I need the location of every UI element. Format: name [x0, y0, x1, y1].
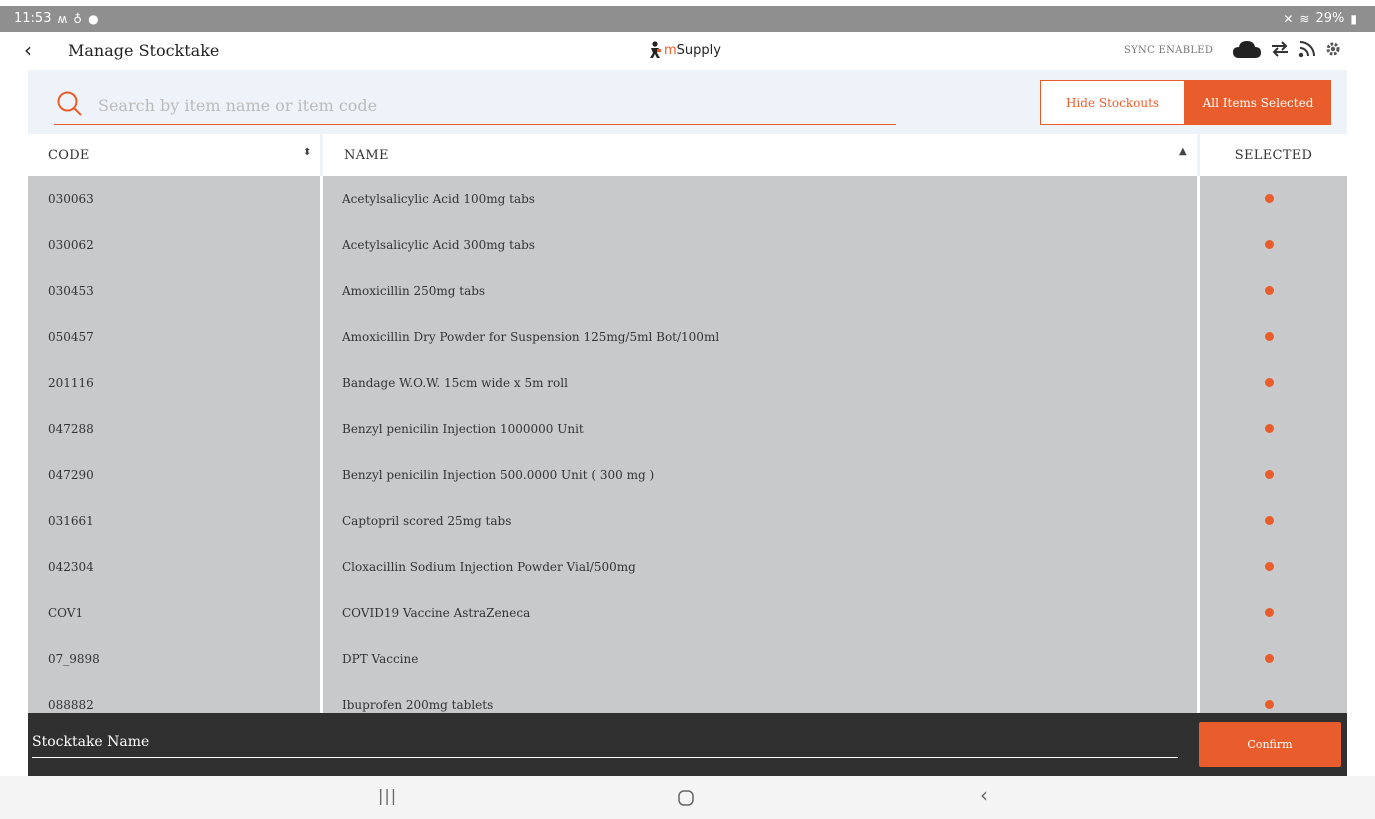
- cloud-icon[interactable]: [1232, 38, 1262, 60]
- back-button[interactable]: ‹: [24, 38, 32, 62]
- search-row: Hide Stockouts All Items Selected: [28, 70, 1347, 134]
- table-body: 030063 Acetylsalicylic Acid 100mg tabs 0…: [28, 176, 1347, 713]
- selected-indicator[interactable]: [1265, 286, 1274, 295]
- battery-level: 29%: [1315, 11, 1345, 26]
- rss-icon[interactable]: [1298, 40, 1316, 58]
- hide-stockouts-button[interactable]: Hide Stockouts: [1040, 80, 1185, 125]
- home-icon[interactable]: [677, 789, 695, 807]
- item-code: 030453: [48, 284, 94, 298]
- location-icon: ♁: [73, 11, 83, 26]
- stocktake-footer: Confirm: [28, 713, 1347, 776]
- item-code: 047290: [48, 468, 94, 482]
- sort-icon[interactable]: ⬍: [303, 147, 312, 158]
- column-header-selected[interactable]: SELECTED: [1200, 134, 1347, 176]
- transfer-icon[interactable]: [1270, 39, 1290, 59]
- table-row[interactable]: 030062 Acetylsalicylic Acid 300mg tabs: [28, 222, 1347, 268]
- table-row[interactable]: 047290 Benzyl penicilin Injection 500.00…: [28, 452, 1347, 498]
- sort-ascending-icon[interactable]: ▲: [1179, 146, 1187, 157]
- table-row[interactable]: 042304 Cloxacillin Sodium Injection Powd…: [28, 544, 1347, 590]
- item-name: Acetylsalicylic Acid 100mg tabs: [342, 192, 535, 206]
- item-code: 042304: [48, 560, 94, 574]
- item-name: Benzyl penicilin Injection 500.0000 Unit…: [342, 468, 655, 482]
- item-code: 030062: [48, 238, 94, 252]
- item-name: Acetylsalicylic Acid 300mg tabs: [342, 238, 535, 252]
- item-name: Bandage W.O.W. 15cm wide x 5m roll: [342, 376, 568, 390]
- selected-indicator[interactable]: [1265, 240, 1274, 249]
- table-row[interactable]: 201116 Bandage W.O.W. 15cm wide x 5m rol…: [28, 360, 1347, 406]
- gear-icon[interactable]: [1324, 40, 1342, 58]
- column-divider: [320, 134, 323, 176]
- msupply-logo: mSupply: [648, 41, 721, 59]
- selected-indicator[interactable]: [1265, 194, 1274, 203]
- table-row[interactable]: 047288 Benzyl penicilin Injection 100000…: [28, 406, 1347, 452]
- notification-icon: ʍ: [57, 11, 68, 26]
- item-code: 031661: [48, 514, 94, 528]
- column-name-label: NAME: [344, 147, 389, 163]
- item-name: Captopril scored 25mg tabs: [342, 514, 512, 528]
- item-name: COVID19 Vaccine AstraZeneca: [342, 606, 531, 620]
- status-bar: 11:53 ʍ ♁ ● ✕ ≋ 29% ▮: [0, 6, 1375, 32]
- sync-status: SYNC ENABLED: [1124, 45, 1214, 56]
- table-row[interactable]: 050457 Amoxicillin Dry Powder for Suspen…: [28, 314, 1347, 360]
- item-name: Ibuprofen 200mg tablets: [342, 698, 494, 712]
- android-nav-bar: ||| ‹: [0, 776, 1375, 819]
- logo-m: m: [664, 42, 677, 58]
- selected-indicator[interactable]: [1265, 654, 1274, 663]
- item-code: 201116: [48, 376, 94, 390]
- column-header-name[interactable]: NAME ▲: [344, 134, 1197, 176]
- selected-indicator[interactable]: [1265, 700, 1274, 709]
- selected-indicator[interactable]: [1265, 470, 1274, 479]
- item-name: Amoxicillin 250mg tabs: [342, 284, 486, 298]
- table-header: CODE ⬍ NAME ▲ SELECTED: [28, 134, 1347, 176]
- battery-icon: ▮: [1350, 11, 1357, 26]
- table-row[interactable]: COV1 COVID19 Vaccine AstraZeneca: [28, 590, 1347, 636]
- mute-icon: ✕: [1283, 11, 1294, 26]
- app-icon: ●: [88, 11, 99, 26]
- logo-text: Supply: [676, 42, 721, 58]
- selected-indicator[interactable]: [1265, 378, 1274, 387]
- selected-indicator[interactable]: [1265, 608, 1274, 617]
- item-code: 07_9898: [48, 652, 100, 666]
- table-row[interactable]: 07_9898 DPT Vaccine: [28, 636, 1347, 682]
- search-field[interactable]: [54, 84, 896, 125]
- table-row[interactable]: 088882 Ibuprofen 200mg tablets: [28, 682, 1347, 713]
- page-title: Manage Stocktake: [68, 41, 220, 60]
- column-code-label: CODE: [48, 147, 90, 163]
- column-header-code[interactable]: CODE ⬍: [48, 134, 312, 176]
- item-name: Amoxicillin Dry Powder for Suspension 12…: [342, 330, 720, 344]
- search-input[interactable]: [96, 92, 880, 118]
- all-items-selected-button[interactable]: All Items Selected: [1185, 80, 1331, 125]
- back-nav-icon[interactable]: ‹: [980, 783, 988, 807]
- search-icon: [57, 91, 82, 116]
- item-code: 050457: [48, 330, 94, 344]
- app-bar: ‹ Manage Stocktake mSupply SYNC ENABLED: [0, 32, 1375, 70]
- selected-indicator[interactable]: [1265, 562, 1274, 571]
- recent-apps-icon[interactable]: |||: [378, 786, 397, 805]
- item-name: DPT Vaccine: [342, 652, 419, 666]
- selected-indicator[interactable]: [1265, 424, 1274, 433]
- item-code: COV1: [48, 606, 84, 620]
- stocktake-panel: Hide Stockouts All Items Selected CODE ⬍…: [28, 70, 1347, 713]
- confirm-button[interactable]: Confirm: [1199, 722, 1341, 767]
- item-name: Cloxacillin Sodium Injection Powder Vial…: [342, 560, 636, 574]
- wifi-icon: ≋: [1299, 11, 1310, 26]
- selected-indicator[interactable]: [1265, 332, 1274, 341]
- table-row[interactable]: 031661 Captopril scored 25mg tabs: [28, 498, 1347, 544]
- table-row[interactable]: 030063 Acetylsalicylic Acid 100mg tabs: [28, 176, 1347, 222]
- item-code: 088882: [48, 698, 94, 712]
- column-selected-label: SELECTED: [1234, 147, 1313, 163]
- item-name: Benzyl penicilin Injection 1000000 Unit: [342, 422, 584, 436]
- item-code: 030063: [48, 192, 94, 206]
- table-row[interactable]: 030453 Amoxicillin 250mg tabs: [28, 268, 1347, 314]
- stocktake-name-input[interactable]: [32, 727, 1178, 758]
- selected-indicator[interactable]: [1265, 516, 1274, 525]
- item-code: 047288: [48, 422, 94, 436]
- logo-figure-icon: [650, 41, 661, 58]
- status-time: 11:53: [14, 11, 52, 26]
